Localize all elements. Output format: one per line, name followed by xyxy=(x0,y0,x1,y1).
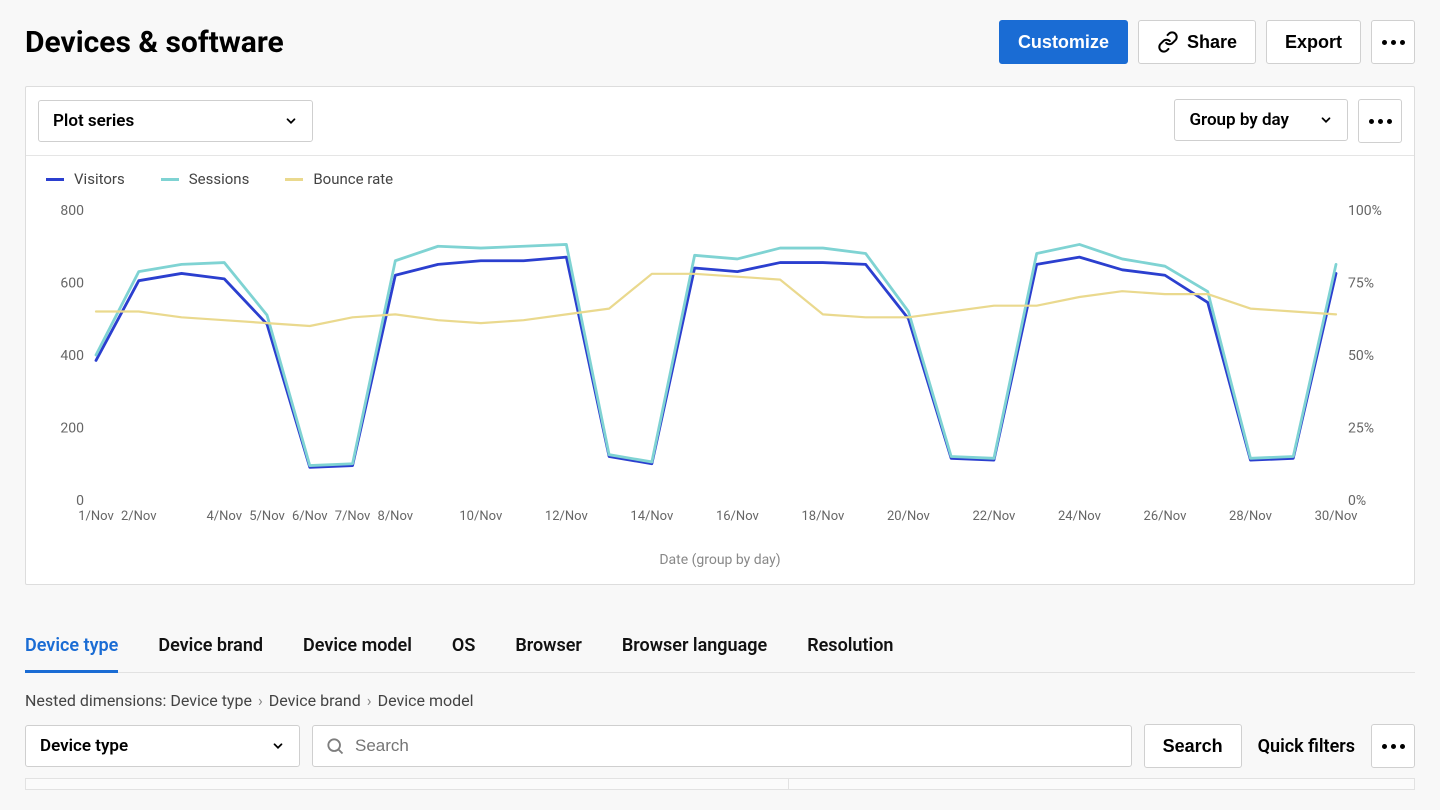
header-actions: Customize Share Export xyxy=(999,20,1415,64)
svg-text:600: 600 xyxy=(60,276,84,292)
svg-text:12/Nov: 12/Nov xyxy=(545,509,589,524)
svg-text:4/Nov: 4/Nov xyxy=(206,509,242,524)
chart-legend: Visitors Sessions Bounce rate xyxy=(26,156,1414,196)
svg-text:26/Nov: 26/Nov xyxy=(1144,509,1188,524)
svg-text:800: 800 xyxy=(60,203,84,219)
svg-text:22/Nov: 22/Nov xyxy=(972,509,1016,524)
chart-more-button[interactable] xyxy=(1358,99,1402,143)
svg-text:7/Nov: 7/Nov xyxy=(335,509,371,524)
nested-dimensions-breadcrumb: Nested dimensions: Device type›Device br… xyxy=(25,691,1415,710)
svg-text:8/Nov: 8/Nov xyxy=(378,509,414,524)
chart: 0 200 400 600 800 0% 25% 50% 75% 100% 1/Nov 2/Nov 4/… xyxy=(36,200,1396,540)
svg-text:6/Nov: 6/Nov xyxy=(292,509,328,524)
chevron-down-icon xyxy=(1319,113,1333,127)
more-horizontal-icon xyxy=(1369,119,1392,124)
tab-device-brand[interactable]: Device brand xyxy=(158,625,263,672)
tab-resolution[interactable]: Resolution xyxy=(807,625,893,672)
chart-xlabel: Date (group by day) xyxy=(36,552,1404,568)
quick-filters-label[interactable]: Quick filters xyxy=(1254,736,1359,757)
table-header-stub xyxy=(25,778,1415,790)
svg-text:20/Nov: 20/Nov xyxy=(887,509,931,524)
legend-visitors[interactable]: Visitors xyxy=(46,170,125,188)
svg-text:18/Nov: 18/Nov xyxy=(801,509,845,524)
svg-text:0: 0 xyxy=(76,493,84,509)
breadcrumb-item[interactable]: Device model xyxy=(378,691,474,710)
chart-card: Plot series Group by day Visitors Sessio… xyxy=(25,86,1415,585)
svg-text:2/Nov: 2/Nov xyxy=(121,509,157,524)
search-button[interactable]: Search xyxy=(1144,724,1242,768)
plot-series-select[interactable]: Plot series xyxy=(38,100,313,142)
filters-more-button[interactable] xyxy=(1371,724,1415,768)
svg-text:30/Nov: 30/Nov xyxy=(1315,509,1359,524)
share-button[interactable]: Share xyxy=(1138,20,1256,64)
svg-text:100%: 100% xyxy=(1348,203,1382,219)
svg-text:400: 400 xyxy=(60,348,84,364)
dimension-select[interactable]: Device type xyxy=(25,725,300,767)
more-horizontal-icon xyxy=(1382,40,1405,45)
customize-button[interactable]: Customize xyxy=(999,20,1128,64)
svg-text:28/Nov: 28/Nov xyxy=(1229,509,1273,524)
legend-sessions[interactable]: Sessions xyxy=(161,170,250,188)
search-input[interactable] xyxy=(312,725,1132,767)
search-field[interactable] xyxy=(355,736,1119,756)
chevron-down-icon xyxy=(284,114,298,128)
svg-text:14/Nov: 14/Nov xyxy=(630,509,674,524)
svg-text:1/Nov: 1/Nov xyxy=(78,509,114,524)
tab-device-model[interactable]: Device model xyxy=(303,625,412,672)
legend-bounce[interactable]: Bounce rate xyxy=(285,170,393,188)
svg-text:0%: 0% xyxy=(1348,493,1366,509)
tab-browser-language[interactable]: Browser language xyxy=(622,625,767,672)
search-icon xyxy=(325,736,345,756)
svg-text:10/Nov: 10/Nov xyxy=(459,509,503,524)
svg-text:24/Nov: 24/Nov xyxy=(1058,509,1102,524)
svg-text:50%: 50% xyxy=(1348,348,1374,364)
link-icon xyxy=(1157,31,1179,53)
group-by-select[interactable]: Group by day xyxy=(1174,99,1348,141)
dimension-tabs: Device type Device brand Device model OS Bro… xyxy=(25,625,1415,673)
tab-os[interactable]: OS xyxy=(452,625,475,672)
breadcrumb-item[interactable]: Device brand xyxy=(269,691,361,710)
tab-browser[interactable]: Browser xyxy=(515,625,582,672)
svg-text:75%: 75% xyxy=(1348,276,1374,292)
svg-text:5/Nov: 5/Nov xyxy=(249,509,285,524)
page-title: Devices & software xyxy=(25,25,284,60)
chevron-down-icon xyxy=(271,739,285,753)
more-horizontal-icon xyxy=(1382,744,1405,749)
svg-text:200: 200 xyxy=(60,421,84,437)
export-button[interactable]: Export xyxy=(1266,20,1361,64)
svg-text:25%: 25% xyxy=(1348,421,1374,437)
svg-text:16/Nov: 16/Nov xyxy=(716,509,760,524)
tab-device-type[interactable]: Device type xyxy=(25,625,118,673)
header-more-button[interactable] xyxy=(1371,20,1415,64)
breadcrumb-item[interactable]: Device type xyxy=(170,691,252,710)
